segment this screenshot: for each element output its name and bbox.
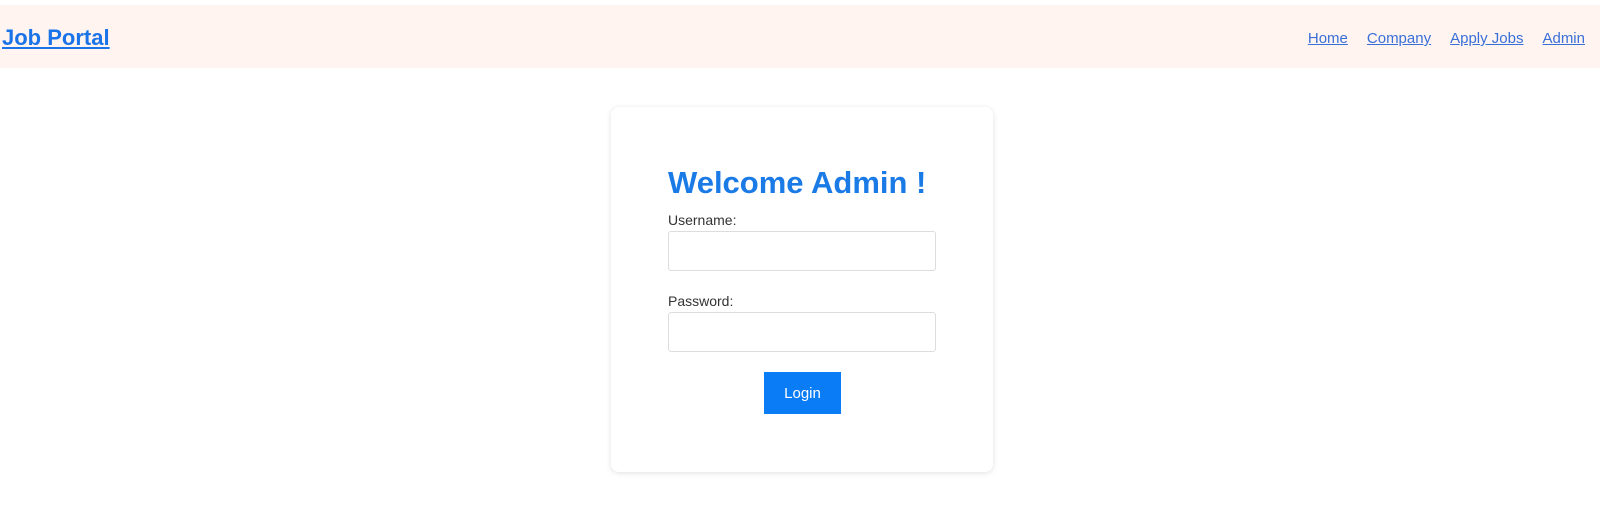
login-card: Welcome Admin ! Username: Password: Logi… [611, 107, 993, 472]
nav-link-apply-jobs[interactable]: Apply Jobs [1450, 30, 1523, 48]
password-input[interactable] [668, 312, 936, 352]
login-title: Welcome Admin ! [668, 165, 927, 200]
nav-links: Home Company Apply Jobs Admin [1308, 30, 1585, 48]
top-navbar: Job Portal Home Company Apply Jobs Admin [0, 5, 1600, 68]
nav-link-company[interactable]: Company [1367, 30, 1431, 48]
username-label: Username: [668, 212, 737, 228]
login-button[interactable]: Login [764, 372, 841, 414]
brand-link[interactable]: Job Portal [2, 25, 110, 51]
username-input[interactable] [668, 231, 936, 271]
nav-link-admin[interactable]: Admin [1542, 30, 1585, 48]
password-label: Password: [668, 293, 734, 309]
nav-link-home[interactable]: Home [1308, 30, 1348, 48]
